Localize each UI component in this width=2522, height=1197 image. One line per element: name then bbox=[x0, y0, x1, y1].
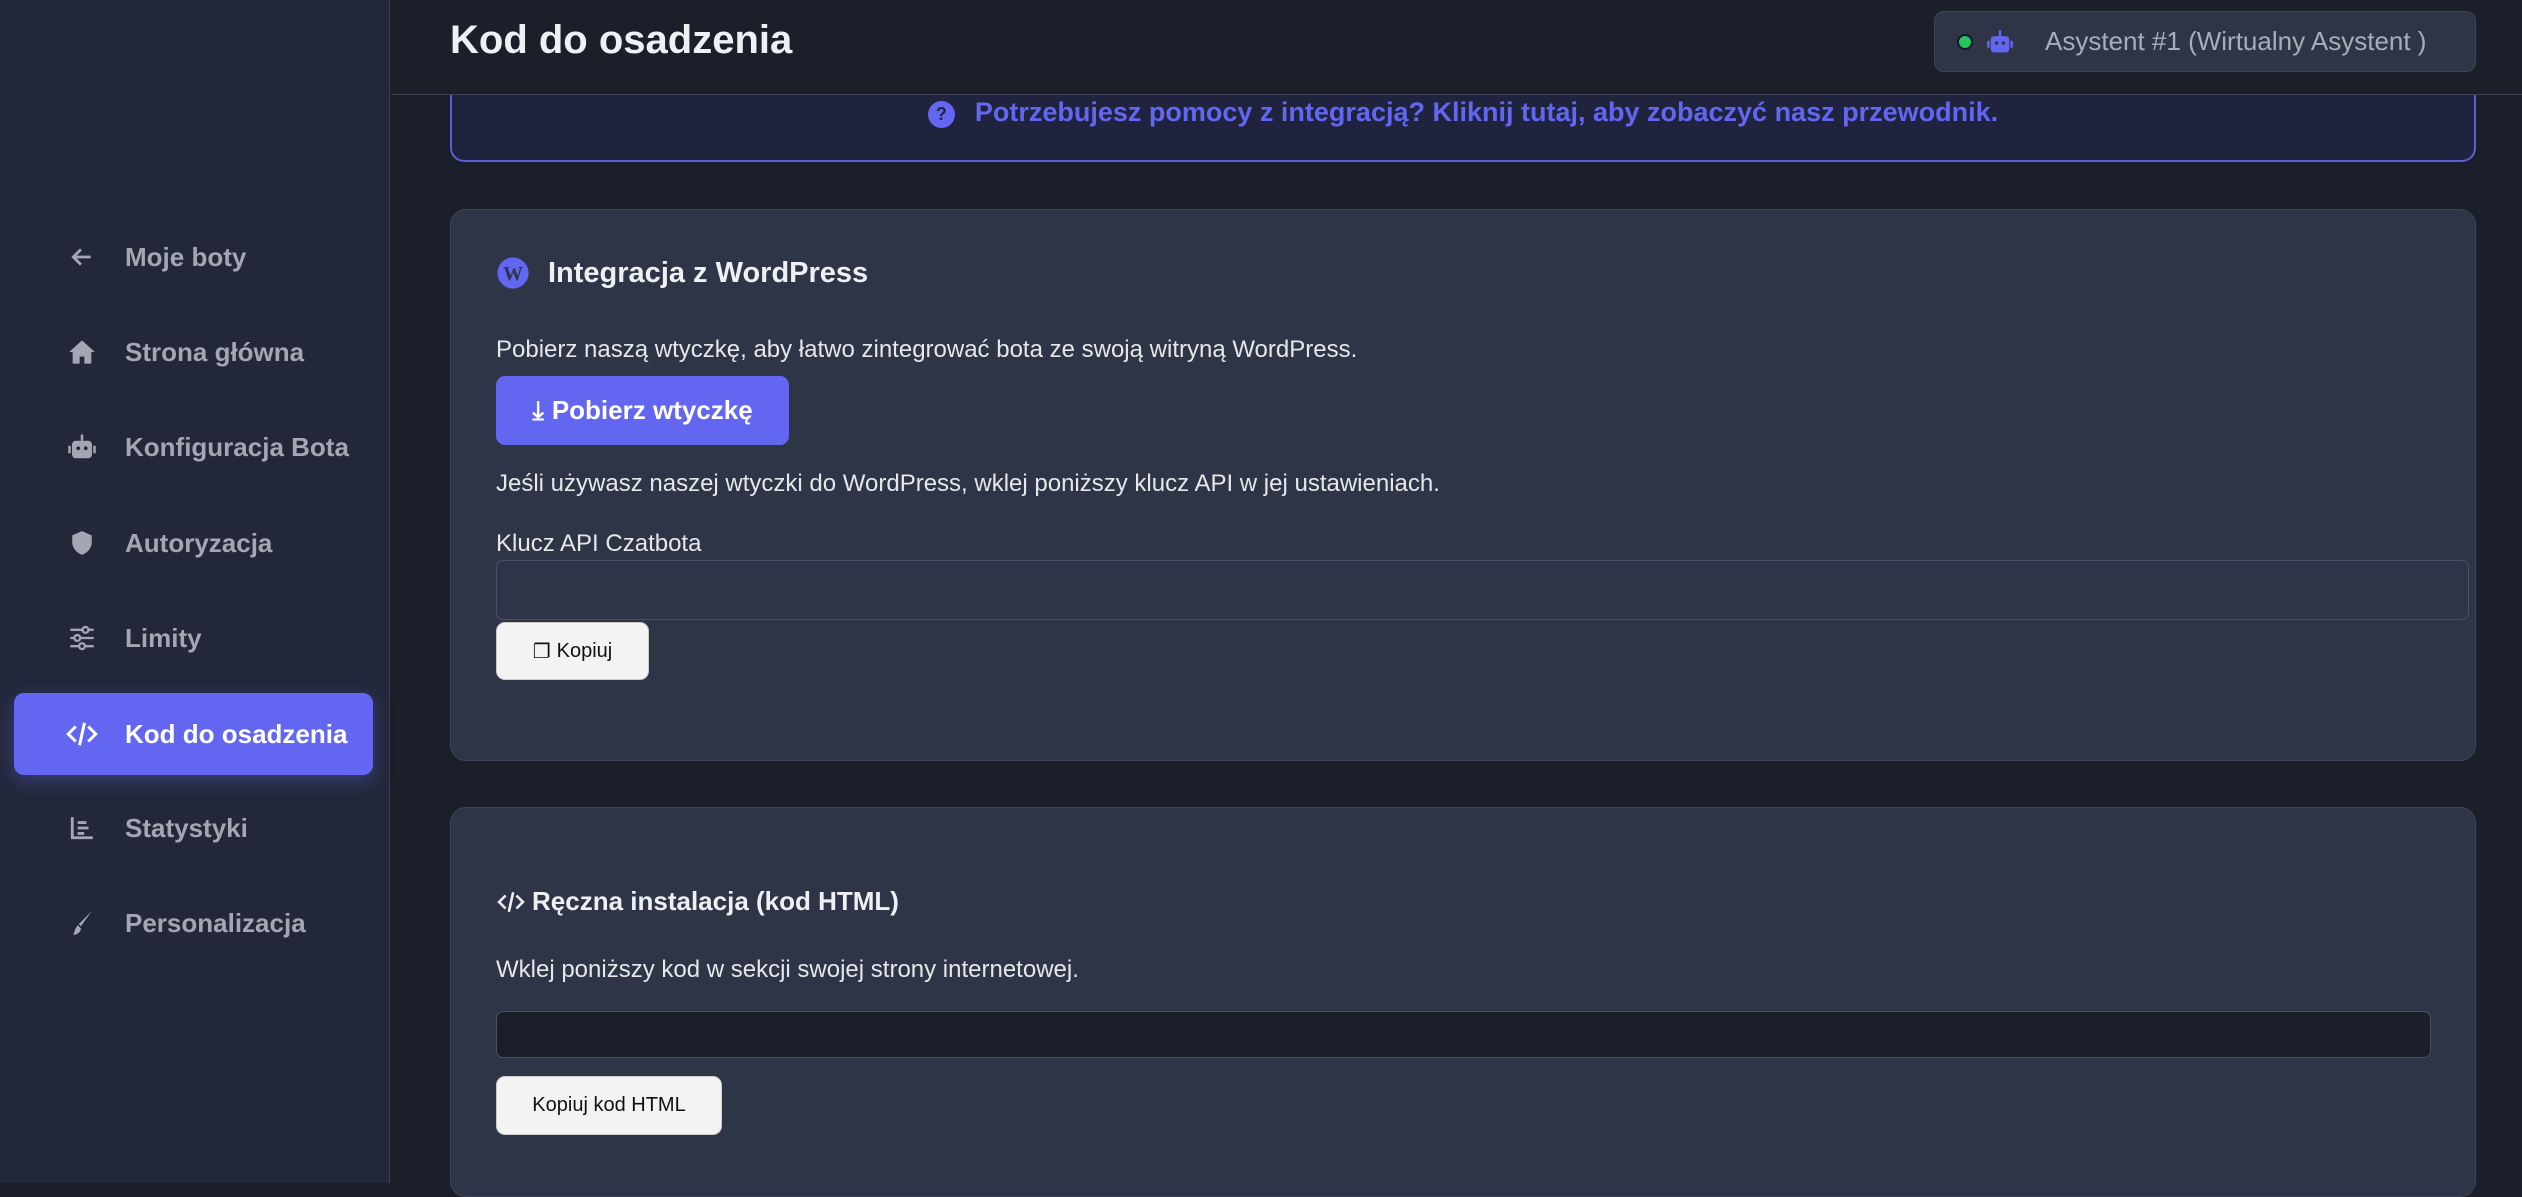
sliders-icon bbox=[62, 624, 102, 652]
sidebar-item-label: Personalizacja bbox=[125, 908, 306, 939]
assistant-selector[interactable]: Asystent #1 (Wirtualny Asystent ) bbox=[1934, 11, 2476, 72]
sidebar-item-strona-glowna[interactable]: Strona główna bbox=[14, 311, 373, 393]
sidebar-item-label: Konfiguracja Bota bbox=[125, 432, 349, 463]
manual-heading: Ręczna instalacja (kod HTML) bbox=[496, 886, 899, 917]
sidebar-item-label: Autoryzacja bbox=[125, 528, 272, 559]
header: Kod do osadzenia Asystent #1 (Wirtualny … bbox=[391, 0, 2522, 95]
sidebar-item-label: Limity bbox=[125, 623, 202, 654]
download-icon: ⤓ bbox=[532, 395, 544, 427]
question-icon: ? bbox=[928, 101, 955, 128]
manual-title: Ręczna instalacja (kod HTML) bbox=[532, 886, 899, 917]
sidebar-item-moje-boty[interactable]: Moje boty bbox=[14, 216, 373, 298]
sidebar-item-label: Statystyki bbox=[125, 813, 248, 844]
sidebar: Moje boty Strona główna Konfiguracja Bot… bbox=[0, 0, 390, 1183]
sidebar-item-statystyki[interactable]: Statystyki bbox=[14, 787, 373, 869]
html-code-input[interactable] bbox=[496, 1011, 2431, 1058]
sidebar-item-label: Kod do osadzenia bbox=[125, 719, 347, 750]
shield-icon bbox=[62, 529, 102, 557]
assistant-name: Asystent #1 (Wirtualny Asystent ) bbox=[2045, 26, 2426, 57]
wordpress-title: Integracja z WordPress bbox=[548, 257, 868, 290]
wordpress-description: Pobierz naszą wtyczkę, aby łatwo zintegr… bbox=[496, 336, 1357, 364]
page-title: Kod do osadzenia bbox=[450, 18, 792, 63]
manual-install-card: Ręczna instalacja (kod HTML) Wklej poniż… bbox=[450, 807, 2476, 1197]
wordpress-heading: W Integracja z WordPress bbox=[496, 256, 868, 290]
copy-api-key-button[interactable]: ❐ Kopiuj bbox=[496, 622, 649, 680]
status-indicator bbox=[1957, 34, 1973, 50]
sidebar-item-konfiguracja-bota[interactable]: Konfiguracja Bota bbox=[14, 406, 373, 488]
code-icon bbox=[496, 889, 526, 915]
download-plugin-button[interactable]: ⤓ Pobierz wtyczkę bbox=[496, 376, 789, 445]
copy-icon: ❐ bbox=[533, 639, 551, 664]
help-link[interactable]: Potrzebujesz pomocy z integracją? Klikni… bbox=[975, 97, 1998, 128]
code-icon bbox=[62, 719, 102, 749]
api-key-input[interactable] bbox=[496, 560, 2469, 620]
wordpress-card: W Integracja z WordPress Pobierz naszą w… bbox=[450, 209, 2476, 761]
svg-text:W: W bbox=[503, 263, 523, 285]
wordpress-note: Jeśli używasz naszej wtyczki do WordPres… bbox=[496, 470, 1440, 498]
sidebar-item-limity[interactable]: Limity bbox=[14, 597, 373, 679]
robot-icon bbox=[62, 432, 102, 462]
copy-html-button[interactable]: Kopiuj kod HTML bbox=[496, 1076, 722, 1135]
arrow-left-icon bbox=[62, 244, 102, 270]
copy-label: Kopiuj bbox=[557, 640, 613, 663]
sidebar-item-autoryzacja[interactable]: Autoryzacja bbox=[14, 502, 373, 584]
download-label: Pobierz wtyczkę bbox=[552, 395, 753, 426]
sidebar-item-personalizacja[interactable]: Personalizacja bbox=[14, 882, 373, 964]
manual-description: Wklej poniższy kod w sekcji swojej stron… bbox=[496, 956, 1079, 984]
home-icon bbox=[62, 338, 102, 366]
api-key-label: Klucz API Czatbota bbox=[496, 530, 701, 558]
sidebar-item-label: Strona główna bbox=[125, 337, 304, 368]
sidebar-item-label: Moje boty bbox=[125, 242, 246, 273]
sidebar-item-kod-do-osadzenia[interactable]: Kod do osadzenia bbox=[14, 693, 373, 775]
brush-icon bbox=[62, 908, 102, 938]
chart-icon bbox=[62, 814, 102, 842]
wordpress-icon: W bbox=[496, 256, 530, 290]
robot-icon bbox=[1985, 28, 2015, 56]
